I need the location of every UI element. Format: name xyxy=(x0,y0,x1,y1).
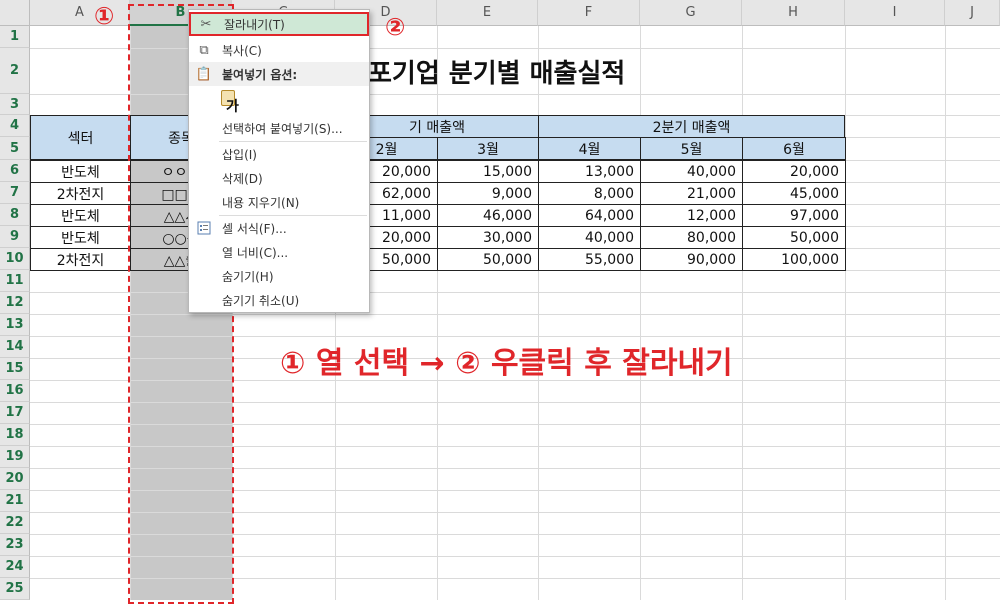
row-header-13[interactable]: 13 xyxy=(0,314,30,336)
header-month: 6월 xyxy=(742,137,846,160)
row-header-14[interactable]: 14 xyxy=(0,336,30,358)
row-header-17[interactable]: 17 xyxy=(0,402,30,424)
column-header-g[interactable]: G xyxy=(640,0,742,26)
cell-sector[interactable]: 반도체 xyxy=(30,226,131,249)
gridline-vertical xyxy=(437,26,438,600)
cell-value[interactable]: 50,000 xyxy=(437,248,539,271)
row-header-25[interactable]: 25 xyxy=(0,578,30,600)
gridline-vertical xyxy=(742,26,743,600)
cell-value[interactable]: 90,000 xyxy=(640,248,743,271)
column-header-e[interactable]: E xyxy=(437,0,538,26)
cell-value[interactable]: 64,000 xyxy=(538,204,641,227)
column-header-f[interactable]: F xyxy=(538,0,640,26)
row-header-4[interactable]: 4 xyxy=(0,115,30,137)
row-header-23[interactable]: 23 xyxy=(0,534,30,556)
row-header-10[interactable]: 10 xyxy=(0,248,30,270)
step-2-marker: ② xyxy=(385,13,406,41)
menu-item-column-width[interactable]: 열 너비(C)... xyxy=(189,240,369,264)
cell-sector[interactable]: 반도체 xyxy=(30,160,131,183)
context-menu: ✂ 잘라내기(T) ⧉ 복사(C) 📋 붙여넣기 옵션: 가 선택하여 붙여넣기… xyxy=(188,9,370,313)
cell-value[interactable]: 13,000 xyxy=(538,160,641,183)
column-header-j[interactable]: J xyxy=(945,0,1000,26)
paste-options-header: 📋 붙여넣기 옵션: xyxy=(189,62,369,86)
copy-icon: ⧉ xyxy=(199,42,209,58)
column-header-i[interactable]: I xyxy=(845,0,945,26)
cell-value[interactable]: 97,000 xyxy=(742,204,846,227)
row-header-12[interactable]: 12 xyxy=(0,292,30,314)
menu-item-unhide[interactable]: 숨기기 취소(U) xyxy=(189,288,369,312)
cell-value[interactable]: 50,000 xyxy=(742,226,846,249)
row-header-11[interactable]: 11 xyxy=(0,270,30,292)
row-header-9[interactable]: 9 xyxy=(0,226,30,248)
select-all-corner[interactable] xyxy=(0,0,30,26)
menu-item-delete[interactable]: 삭제(D) xyxy=(189,166,369,190)
row-header-24[interactable]: 24 xyxy=(0,556,30,578)
cell-value[interactable]: 30,000 xyxy=(437,226,539,249)
row-header-22[interactable]: 22 xyxy=(0,512,30,534)
row-header-16[interactable]: 16 xyxy=(0,380,30,402)
row-header-20[interactable]: 20 xyxy=(0,468,30,490)
gridline-vertical xyxy=(640,26,641,600)
menu-item-clear-contents[interactable]: 내용 지우기(N) xyxy=(189,190,369,214)
row-header-7[interactable]: 7 xyxy=(0,182,30,204)
row-header-19[interactable]: 19 xyxy=(0,446,30,468)
gridline-vertical xyxy=(945,26,946,600)
row-header-2[interactable]: 2 xyxy=(0,48,30,94)
gridline-vertical xyxy=(845,26,846,600)
sheet-title: 포기업 분기별 매출실적 xyxy=(368,58,626,89)
cell-value[interactable]: 12,000 xyxy=(640,204,743,227)
cell-value[interactable]: 40,000 xyxy=(538,226,641,249)
clipboard-icon: 📋 xyxy=(195,66,213,82)
menu-item-cut[interactable]: ✂ 잘라내기(T) xyxy=(189,12,369,36)
header-sector: 섹터 xyxy=(30,115,131,160)
cell-value[interactable]: 15,000 xyxy=(437,160,539,183)
cell-value[interactable]: 80,000 xyxy=(640,226,743,249)
cell-value[interactable]: 100,000 xyxy=(742,248,846,271)
row-header-21[interactable]: 21 xyxy=(0,490,30,512)
menu-item-hide[interactable]: 숨기기(H) xyxy=(189,264,369,288)
row-header-3[interactable]: 3 xyxy=(0,94,30,115)
cell-value[interactable]: 21,000 xyxy=(640,182,743,205)
cell-sector[interactable]: 2차전지 xyxy=(30,248,131,271)
format-cells-icon xyxy=(195,219,213,237)
menu-item-copy[interactable]: ⧉ 복사(C) xyxy=(189,38,369,62)
cell-value[interactable]: 9,000 xyxy=(437,182,539,205)
column-header-a[interactable]: A xyxy=(30,0,130,26)
cell-sector[interactable]: 반도체 xyxy=(30,204,131,227)
row-header-15[interactable]: 15 xyxy=(0,358,30,380)
gridline-vertical xyxy=(538,26,539,600)
row-header-1[interactable]: 1 xyxy=(0,26,30,48)
menu-item-format-cells[interactable]: 셀 서식(F)... xyxy=(189,216,369,240)
header-q2: 2분기 매출액 xyxy=(538,115,845,138)
cell-value[interactable]: 45,000 xyxy=(742,182,846,205)
scissors-icon: ✂ xyxy=(200,16,212,32)
menu-item-paste-special[interactable]: 선택하여 붙여넣기(S)... xyxy=(189,116,369,140)
header-month: 4월 xyxy=(538,137,641,160)
column-header-h[interactable]: H xyxy=(742,0,845,26)
cell-value[interactable]: 55,000 xyxy=(538,248,641,271)
row-header-6[interactable]: 6 xyxy=(0,160,30,182)
header-month: 3월 xyxy=(437,137,539,160)
cell-value[interactable]: 8,000 xyxy=(538,182,641,205)
menu-item-insert[interactable]: 삽입(I) xyxy=(189,142,369,166)
paste-values-button[interactable]: 가 xyxy=(221,90,243,115)
header-month: 5월 xyxy=(640,137,743,160)
cell-value[interactable]: 20,000 xyxy=(742,160,846,183)
cell-value[interactable]: 40,000 xyxy=(640,160,743,183)
row-header-8[interactable]: 8 xyxy=(0,204,30,226)
row-header-5[interactable]: 5 xyxy=(0,137,30,160)
instruction-caption: ① 열 선택 → ② 우클릭 후 잘라내기 xyxy=(280,346,733,381)
row-header-18[interactable]: 18 xyxy=(0,424,30,446)
step-1-marker: ① xyxy=(94,2,115,30)
cell-sector[interactable]: 2차전지 xyxy=(30,182,131,205)
cell-value[interactable]: 46,000 xyxy=(437,204,539,227)
